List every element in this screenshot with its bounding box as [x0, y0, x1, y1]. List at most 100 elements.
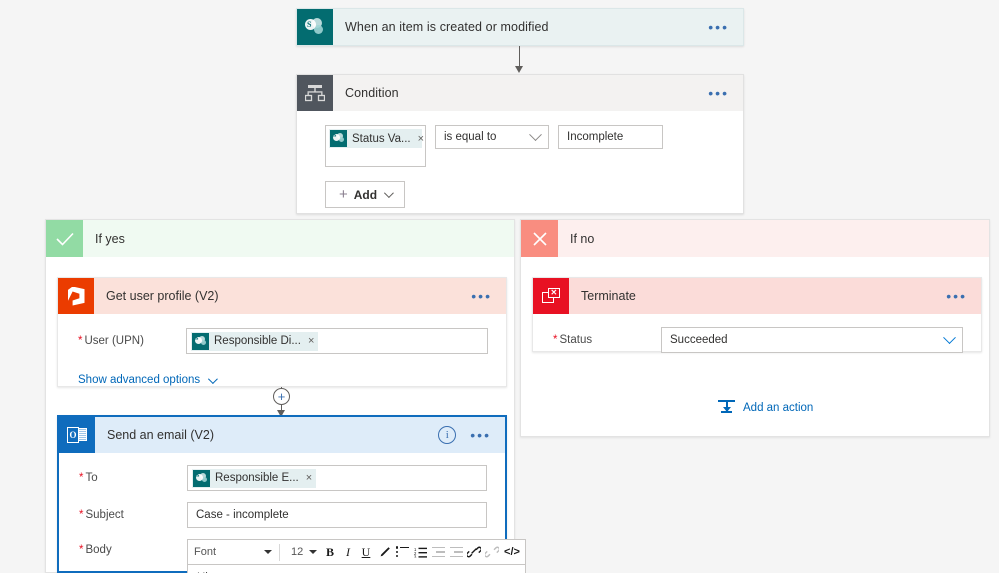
sharepoint-icon: S [330, 130, 347, 147]
condition-left-operand-token[interactable]: S Status Va... × [329, 129, 424, 148]
email-to-ctl: S Responsible E... × [187, 465, 487, 491]
send-email-title: Send an email (V2) [107, 428, 215, 442]
svg-text:3: 3 [414, 554, 417, 558]
get-user-profile-menu-button[interactable]: ••• [457, 289, 506, 303]
office365-users-icon [58, 278, 94, 314]
add-an-action-button[interactable]: Add an action [718, 400, 813, 416]
terminate-header: ✕ Terminate ••• [533, 278, 981, 314]
branch-yes-header: If yes [46, 220, 514, 257]
user-upn-token[interactable]: S Responsible Di... × [191, 331, 319, 351]
condition-card[interactable]: Condition ••• S Status Va... × is equal … [296, 74, 744, 214]
get-user-profile-title: Get user profile (V2) [106, 289, 219, 303]
trigger-title: When an item is created or modified [345, 20, 549, 34]
get-user-profile-header: Get user profile (V2) ••• [58, 278, 506, 314]
condition-title: Condition [345, 86, 399, 100]
numbered-list-icon[interactable]: 1 2 3 [411, 542, 429, 562]
get-user-profile-card[interactable]: Get user profile (V2) ••• * User (UPN) S … [57, 277, 507, 387]
condition-operator-value: is equal to [444, 131, 497, 143]
branch-yes-label: If yes [95, 231, 125, 246]
chevron-down-icon [208, 373, 218, 384]
outlook-icon: O [59, 417, 95, 453]
remove-token-icon[interactable]: × [308, 335, 314, 347]
email-to-label: * To [79, 472, 98, 484]
font-size-dropdown[interactable]: 12 [287, 542, 321, 563]
branch-no-label: If no [570, 231, 595, 246]
underline-button[interactable]: U [357, 542, 375, 562]
email-body-ctl: Font 12 B I U 1 2 3 </> [187, 539, 526, 573]
trigger-menu-button[interactable]: ••• [694, 20, 743, 34]
send-email-menu-button[interactable]: ••• [456, 428, 505, 442]
italic-button[interactable]: I [339, 542, 357, 562]
email-body-row: * Body Font 12 B I U 1 2 3 </> [59, 539, 526, 573]
font-size-value: 12 [291, 546, 304, 558]
terminate-card[interactable]: ✕ Terminate ••• * Status Succeeded [532, 277, 982, 353]
terminate-status-value: Succeeded [670, 334, 728, 346]
condition-left-operand-text: Status Va... [352, 132, 411, 145]
remove-token-icon[interactable]: × [306, 472, 312, 484]
condition-value-input[interactable]: Incomplete [558, 125, 663, 149]
terminate-status-row: * Status Succeeded [533, 327, 981, 353]
user-upn-token-text: Responsible Di... [214, 335, 301, 347]
terminate-status-dropdown[interactable]: Succeeded [661, 327, 963, 353]
email-to-input[interactable]: S Responsible E... × [187, 465, 487, 491]
font-family-value: Font [194, 546, 217, 558]
email-subject-input[interactable]: Case - incomplete [187, 502, 487, 528]
email-subject-label: * Subject [79, 509, 124, 521]
flow-designer-canvas: S When an item is created or modified ••… [0, 0, 999, 573]
close-x-icon [521, 220, 558, 257]
condition-menu-button[interactable]: ••• [694, 86, 743, 100]
condition-add-label: Add [353, 187, 378, 202]
send-email-header: O Send an email (V2) i ••• [59, 417, 505, 453]
chevron-down-icon [529, 127, 542, 141]
email-body-label: * Body [79, 544, 112, 556]
required-marker: * [79, 509, 84, 521]
terminate-status-ctl: Succeeded [661, 327, 963, 353]
code-view-button[interactable]: </> [501, 542, 523, 562]
email-subject-row: * Subject Case - incomplete [59, 502, 505, 528]
required-marker: * [78, 335, 83, 347]
required-marker: * [553, 334, 558, 346]
info-icon[interactable]: i [438, 426, 457, 444]
condition-add-button[interactable]: + Add [325, 181, 405, 208]
show-advanced-options-link[interactable]: Show advanced options [78, 373, 218, 386]
plus-icon: + [338, 186, 348, 203]
condition-operator-dropdown[interactable]: is equal to [435, 125, 549, 149]
email-to-token[interactable]: S Responsible E... × [192, 468, 317, 488]
unlink-icon [483, 542, 501, 562]
required-marker: * [79, 472, 84, 484]
sharepoint-icon: S [193, 469, 210, 487]
user-upn-label: * User (UPN) [78, 335, 144, 347]
send-email-card[interactable]: O Send an email (V2) i ••• * To S Respons… [57, 415, 526, 573]
condition-row: S Status Va... × is equal to Incomplete [325, 125, 743, 167]
email-to-token-text: Responsible E... [215, 472, 299, 484]
sharepoint-icon: S [297, 9, 333, 45]
email-to-row: * To S Responsible E... × [59, 465, 505, 491]
add-action-icon [718, 400, 735, 416]
connector-trigger-condition [519, 46, 520, 68]
terminate-menu-button[interactable]: ••• [932, 289, 981, 303]
email-subject-ctl: Case - incomplete [187, 502, 487, 528]
chevron-down-icon [309, 550, 318, 554]
insert-action-button[interactable]: + [273, 388, 290, 405]
terminate-icon: ✕ [533, 278, 569, 314]
toolbar-divider [279, 543, 280, 561]
font-family-dropdown[interactable]: Font [190, 542, 276, 563]
outdent-icon [429, 542, 447, 562]
rich-text-toolbar: Font 12 B I U 1 2 3 </> [187, 539, 526, 564]
highlight-pen-icon[interactable] [375, 542, 393, 562]
terminate-status-label: * Status [553, 334, 593, 346]
required-marker: * [79, 544, 84, 556]
user-upn-input[interactable]: S Responsible Di... × [186, 328, 488, 354]
email-body-input[interactable]: Hi, [187, 564, 526, 573]
email-subject-value: Case - incomplete [196, 509, 289, 521]
user-upn-field-row: * User (UPN) S Responsible Di... × [58, 328, 506, 354]
trigger-card[interactable]: S When an item is created or modified ••… [296, 8, 744, 46]
remove-token-icon[interactable]: × [418, 133, 424, 145]
show-advanced-options-label: Show advanced options [78, 374, 201, 386]
bold-button[interactable]: B [321, 542, 339, 562]
condition-left-operand-field[interactable]: S Status Va... × [325, 125, 426, 167]
bullet-list-icon[interactable] [393, 542, 411, 562]
branch-no-header: If no [521, 220, 989, 257]
condition-branch-icon [297, 75, 333, 111]
link-icon[interactable] [465, 542, 483, 562]
